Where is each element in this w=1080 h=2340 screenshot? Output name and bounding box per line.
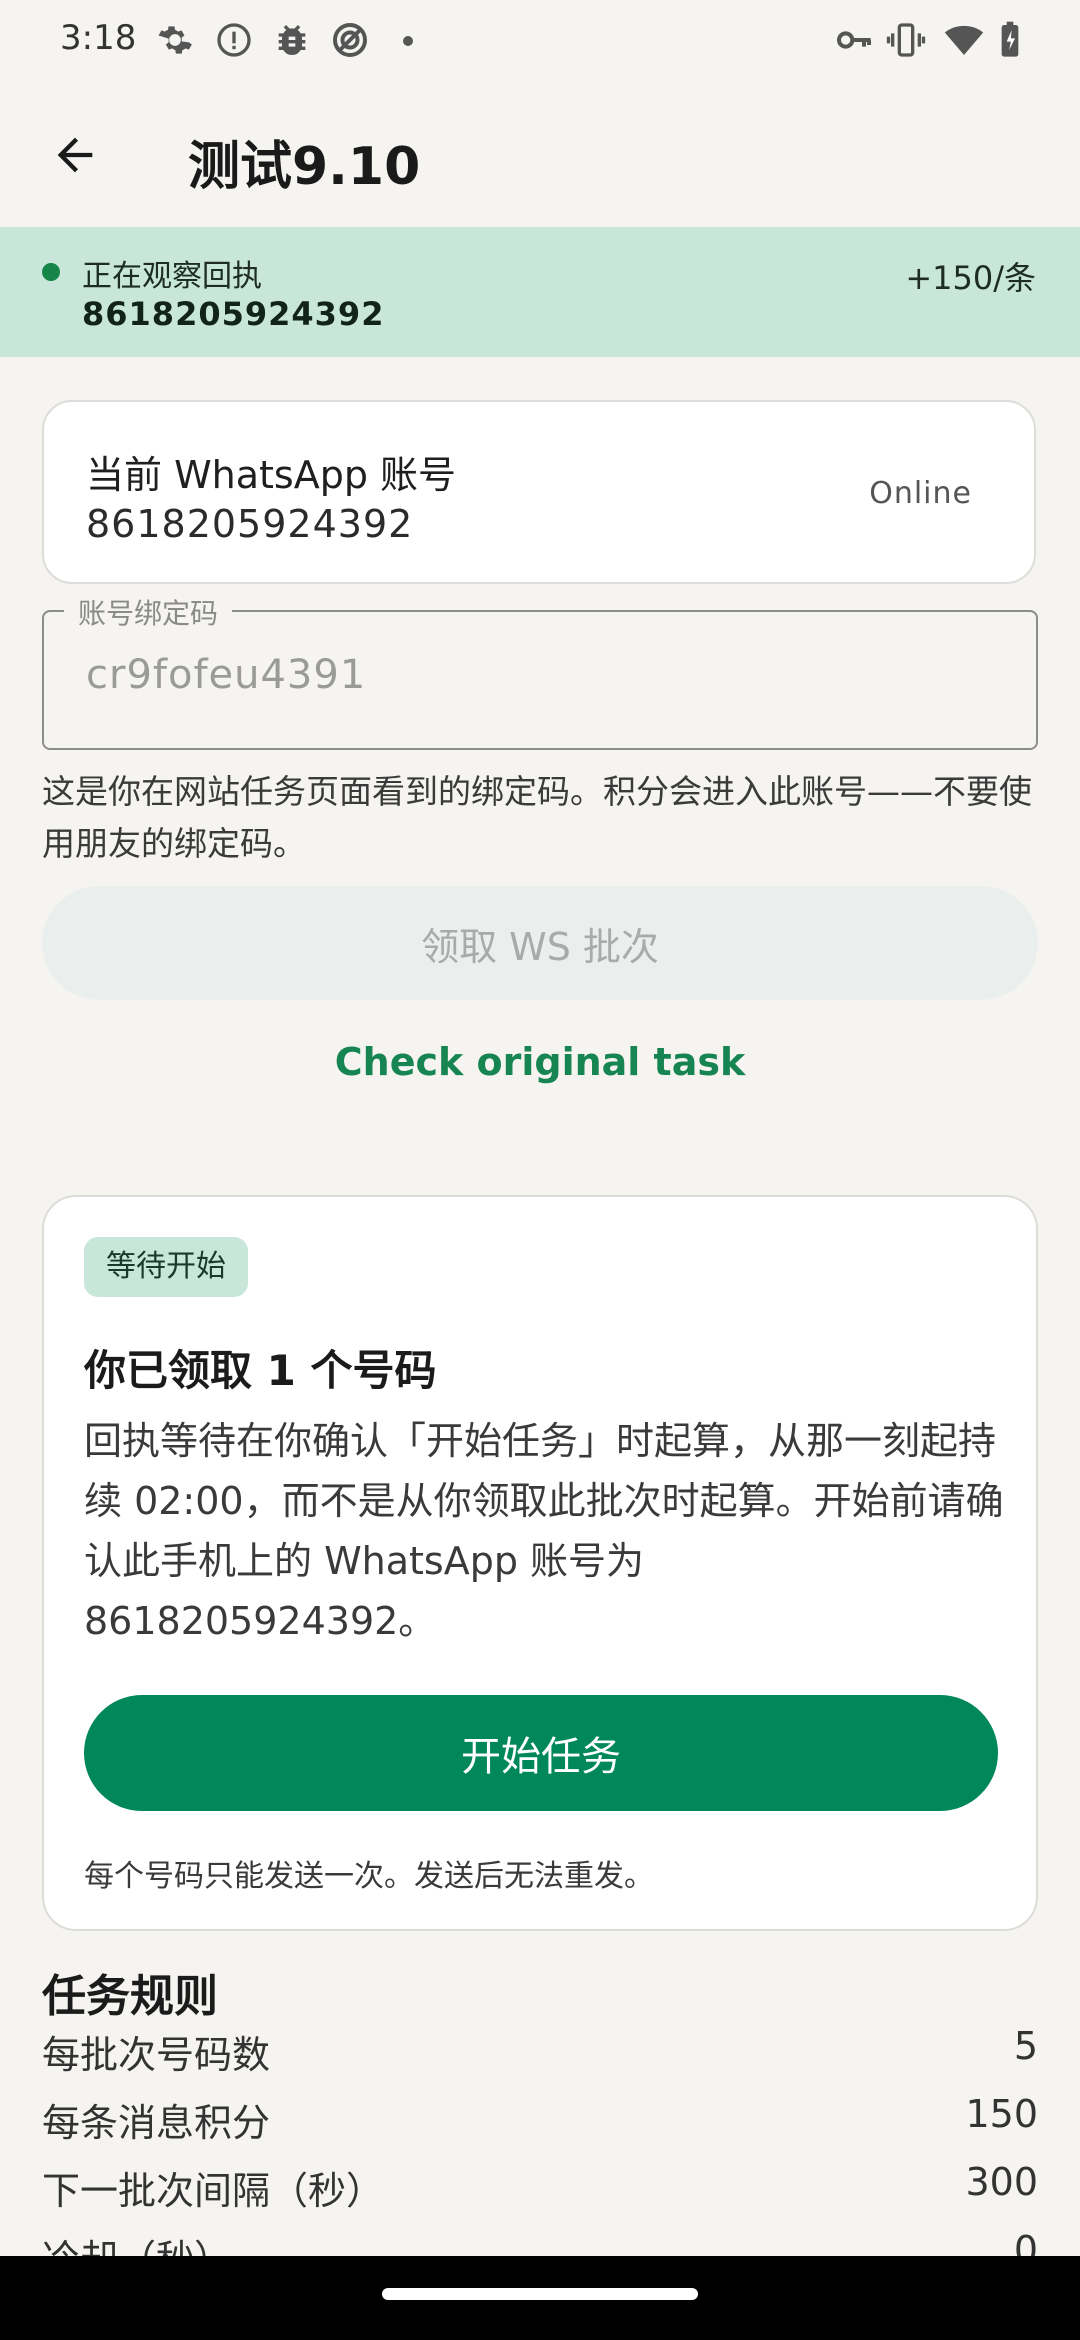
task-description: 回执等待在你确认「开始任务」时起算，从那一刻起持续 02:00，而不是从你领取此…	[84, 1419, 1004, 1643]
binding-code-field[interactable]: 账号绑定码	[42, 592, 1038, 750]
rule-value: 150	[965, 2092, 1038, 2136]
navigation-bar	[0, 2256, 1080, 2340]
rule-value: 300	[965, 2160, 1038, 2204]
account-label: 当前 WhatsApp 账号	[86, 453, 457, 497]
vpn-icon	[333, 23, 367, 57]
rule-value: 5	[1013, 2024, 1038, 2068]
top-app-bar: 测试9.10	[0, 90, 1080, 220]
battery-icon	[1001, 21, 1019, 57]
notification-dot	[403, 36, 413, 46]
claim-batch-button[interactable]: 领取 WS 批次	[42, 886, 1038, 1000]
account-phone: 8618205924392	[86, 502, 414, 546]
arrow-left-icon	[57, 137, 93, 173]
account-card: 当前 WhatsApp 账号 8618205924392 Online	[42, 400, 1036, 584]
binding-helper-text: 这是你在网站任务页面看到的绑定码。积分会进入此账号——不要使用朋友的绑定码。	[42, 772, 1032, 863]
vibrate-icon	[886, 23, 926, 57]
key-icon	[837, 31, 871, 49]
binding-code-label: 账号绑定码	[64, 592, 233, 632]
bug-icon	[278, 25, 306, 56]
account-status: Online	[869, 476, 972, 511]
gear-icon	[158, 26, 192, 54]
back-button[interactable]	[40, 120, 110, 190]
banner-rate: +150/条	[905, 259, 1036, 297]
binding-code-input[interactable]	[86, 652, 986, 698]
page-title: 测试9.10	[188, 137, 421, 197]
status-chip: 等待开始	[84, 1237, 248, 1297]
task-heading: 你已领取 1 个号码	[84, 1346, 437, 1395]
task-note: 每个号码只能发送一次。发送后无法重发。	[84, 1859, 654, 1894]
rule-row: 每条消息积分 150	[42, 2092, 1038, 2158]
live-status-dot	[42, 263, 60, 281]
rule-label: 下一批次间隔（秒）	[42, 2169, 385, 2213]
status-bar: 3:18	[0, 0, 1080, 80]
rules-title: 任务规则	[42, 1971, 218, 2022]
banner-phone: 8618205924392	[82, 295, 385, 333]
rule-label: 每批次号码数	[42, 2033, 271, 2077]
rule-row: 下一批次间隔（秒） 300	[42, 2160, 1038, 2226]
info-icon	[217, 23, 251, 57]
wifi-icon	[944, 25, 984, 55]
check-original-task-link[interactable]: Check original task	[0, 1040, 1080, 1084]
start-task-button[interactable]: 开始任务	[84, 1695, 998, 1811]
observe-banner: 正在观察回执 8618205924392 +150/条	[0, 227, 1080, 357]
banner-label: 正在观察回执	[82, 259, 262, 294]
status-time: 3:18	[60, 18, 137, 58]
rule-row: 每批次号码数 5	[42, 2024, 1038, 2090]
home-gesture-handle[interactable]	[382, 2288, 698, 2300]
rule-label: 每条消息积分	[42, 2101, 271, 2145]
task-card: 等待开始 你已领取 1 个号码 回执等待在你确认「开始任务」时起算，从那一刻起持…	[42, 1195, 1038, 1931]
